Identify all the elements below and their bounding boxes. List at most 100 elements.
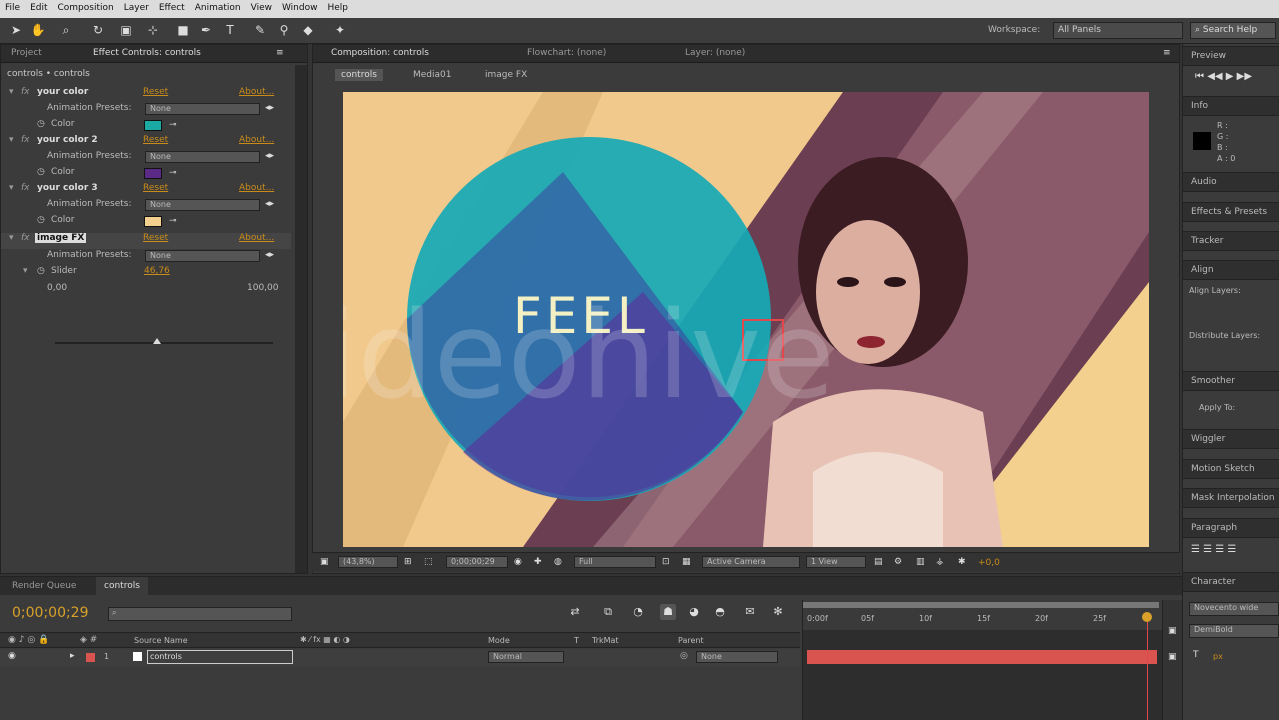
breadcrumb-controls[interactable]: controls: [335, 69, 383, 81]
draft-3d-icon[interactable]: ⧉: [600, 604, 616, 620]
tab-composition[interactable]: Composition: controls: [331, 48, 429, 58]
breadcrumb-media[interactable]: Media01: [413, 70, 451, 80]
zoom-tool-icon[interactable]: ⌕: [58, 22, 74, 38]
panel-menu-icon[interactable]: ≡: [1163, 48, 1171, 58]
layer-name[interactable]: controls: [147, 650, 293, 664]
reset-link[interactable]: Reset: [143, 233, 168, 243]
view-layout-select[interactable]: 1 View: [806, 556, 866, 568]
preset-arrows-icon[interactable]: ◂▸: [265, 199, 274, 209]
reset-link[interactable]: Reset: [143, 87, 168, 97]
effects-presets-section[interactable]: Effects & Presets: [1183, 202, 1279, 222]
safe-zones-icon[interactable]: ⬚: [424, 557, 433, 567]
layer-duration-bar[interactable]: [807, 650, 1157, 664]
layer-lock-icon[interactable]: ▣: [1168, 652, 1177, 662]
resolution-select[interactable]: Full: [574, 556, 656, 568]
stopwatch-icon[interactable]: ◷: [37, 119, 45, 129]
parent-select[interactable]: None: [696, 651, 778, 663]
stopwatch-icon[interactable]: ◷: [37, 266, 45, 276]
animation-presets-select[interactable]: None: [145, 151, 260, 163]
stopwatch-icon[interactable]: ◷: [37, 167, 45, 177]
menu-view[interactable]: View: [246, 0, 277, 13]
menu-help[interactable]: Help: [322, 0, 353, 13]
stopwatch-icon[interactable]: ◷: [37, 215, 45, 225]
eyedropper-icon[interactable]: ⊸: [169, 169, 185, 178]
font-family-select[interactable]: Novecento wide: [1189, 602, 1279, 616]
motion-blur-icon[interactable]: ◕: [686, 604, 702, 620]
menu-edit[interactable]: Edit: [25, 0, 52, 13]
paragraph-section[interactable]: Paragraph: [1183, 518, 1279, 538]
slider-value[interactable]: 46,76: [144, 266, 170, 276]
hide-shy-layers-icon[interactable]: ◔: [630, 604, 646, 620]
flowchart-icon[interactable]: ⚶: [936, 557, 944, 567]
timeline-icon[interactable]: ▥: [916, 557, 925, 567]
disclosure-icon[interactable]: ▾: [23, 266, 28, 276]
pan-behind-tool-icon[interactable]: ⊹: [145, 22, 161, 38]
info-section[interactable]: Info: [1183, 96, 1279, 116]
tab-controls[interactable]: controls: [96, 577, 148, 595]
play-icon[interactable]: ▶: [1226, 71, 1237, 82]
transparency-grid-icon[interactable]: ▦: [682, 557, 691, 567]
menu-animation[interactable]: Animation: [190, 0, 246, 13]
expand-layer-icon[interactable]: ▸: [70, 651, 75, 661]
disclosure-icon[interactable]: ▾: [9, 135, 14, 145]
color-swatch[interactable]: [144, 120, 162, 131]
tab-render-queue[interactable]: Render Queue: [4, 577, 84, 595]
brainstorm-icon[interactable]: ✻: [770, 604, 786, 620]
timeline-graph[interactable]: 0:00f 05f 10f 15f 20f 25f: [802, 600, 1163, 720]
time-ruler[interactable]: 0:00f 05f 10f 15f 20f 25f: [803, 600, 1163, 630]
workspace-select[interactable]: All Panels: [1053, 22, 1183, 39]
animation-presets-select[interactable]: None: [145, 199, 260, 211]
character-section[interactable]: Character: [1183, 572, 1279, 592]
motion-sketch-section[interactable]: Motion Sketch: [1183, 459, 1279, 479]
exposure-icon[interactable]: ✱: [958, 557, 966, 567]
composition-viewer[interactable]: FEEL videohive: [343, 92, 1149, 547]
audio-section[interactable]: Audio: [1183, 172, 1279, 192]
reset-link[interactable]: Reset: [143, 135, 168, 145]
brush-tool-icon[interactable]: ✎: [252, 22, 268, 38]
menu-layer[interactable]: Layer: [119, 0, 154, 13]
camera-select[interactable]: Active Camera: [702, 556, 800, 568]
work-area-bar[interactable]: [803, 602, 1159, 608]
search-help-input[interactable]: ⌕ Search Help: [1190, 22, 1276, 39]
fx-icon[interactable]: fx: [21, 233, 30, 243]
t-header[interactable]: T: [574, 636, 579, 645]
toggle-pixel-icon[interactable]: ▤: [874, 557, 883, 567]
timeline-search-input[interactable]: ⌕: [108, 607, 292, 621]
selection-tool-icon[interactable]: ➤: [8, 22, 24, 38]
playhead-handle[interactable]: [1142, 612, 1152, 622]
layer-label-color[interactable]: [86, 653, 95, 662]
font-style-select[interactable]: DemiBold: [1189, 624, 1279, 638]
color-swatch[interactable]: [144, 168, 162, 179]
tab-project[interactable]: Project: [11, 48, 42, 58]
snapshot-icon[interactable]: ◉: [514, 557, 522, 567]
frame-blending-icon[interactable]: ☗: [660, 604, 676, 620]
smoother-section[interactable]: Smoother: [1183, 371, 1279, 391]
region-of-interest-icon[interactable]: ⊡: [662, 557, 670, 567]
about-link[interactable]: About...: [239, 135, 274, 145]
tab-flowchart[interactable]: Flowchart: (none): [527, 48, 606, 58]
show-channel-icon[interactable]: ✚: [534, 557, 542, 567]
blend-mode-select[interactable]: Normal: [488, 651, 564, 663]
disclosure-icon[interactable]: ▾: [9, 87, 14, 97]
graph-editor-icon[interactable]: ◓: [712, 604, 728, 620]
color-swatch[interactable]: [144, 216, 162, 227]
timeline-timecode[interactable]: 0;00;00;29: [12, 605, 89, 621]
mask-tool-icon[interactable]: ■: [175, 22, 191, 38]
text-tool-icon[interactable]: T: [222, 22, 238, 38]
prev-frame-icon[interactable]: ◀◀: [1207, 71, 1226, 82]
mode-header[interactable]: Mode: [488, 636, 510, 645]
eyedropper-icon[interactable]: ⊸: [169, 121, 185, 130]
next-frame-icon[interactable]: ▶▶: [1237, 71, 1252, 82]
playhead[interactable]: [1147, 614, 1148, 720]
scrollbar[interactable]: [295, 65, 307, 573]
preset-arrows-icon[interactable]: ◂▸: [265, 250, 274, 260]
clone-stamp-tool-icon[interactable]: ⚲: [276, 22, 292, 38]
font-size-unit[interactable]: px: [1213, 652, 1223, 661]
preview-section[interactable]: Preview: [1183, 46, 1279, 66]
align-section[interactable]: Align: [1183, 260, 1279, 280]
slider-thumb[interactable]: [152, 338, 161, 344]
puppet-tool-icon[interactable]: ✦: [332, 22, 348, 38]
pick-whip-icon[interactable]: ◎: [680, 651, 688, 661]
tracker-section[interactable]: Tracker: [1183, 231, 1279, 251]
layer-row[interactable]: ◉ ▸ 1 controls Normal ◎ None: [0, 649, 800, 666]
